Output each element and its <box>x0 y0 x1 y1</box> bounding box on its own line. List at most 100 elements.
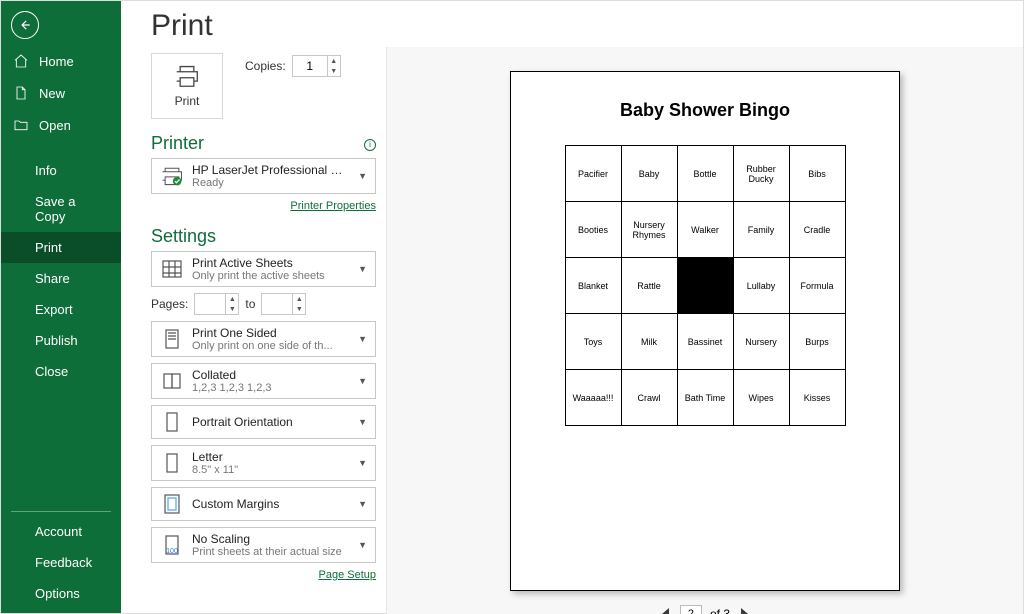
print-button[interactable]: Print <box>151 53 223 119</box>
print-what-selector[interactable]: Print Active Sheets Only print the activ… <box>151 251 376 287</box>
chevron-down-icon: ▼ <box>354 376 371 386</box>
sidebar-item-label: Share <box>35 271 70 286</box>
sidebar-divider <box>1 141 121 155</box>
chevron-down-icon: ▼ <box>354 171 371 181</box>
scaling-icon: 100 <box>160 533 184 557</box>
bingo-cell: Bibs <box>789 146 845 202</box>
home-icon <box>13 53 29 69</box>
chevron-down-icon: ▼ <box>354 540 371 550</box>
copies-input[interactable] <box>293 56 327 76</box>
print-button-row: Print Copies: ▲ ▼ <box>151 53 376 119</box>
sidebar-item-feedback[interactable]: Feedback <box>11 547 111 578</box>
sidebar-item-label: Options <box>35 586 80 601</box>
combo-title: Print One Sided <box>192 326 346 340</box>
scaling-selector[interactable]: 100 No Scaling Print sheets at their act… <box>151 527 376 563</box>
bingo-row: Waaaaa!!! Crawl Bath Time Wipes Kisses <box>565 370 845 426</box>
pages-from-input[interactable] <box>195 294 225 314</box>
sidebar-item-export[interactable]: Export <box>1 294 121 325</box>
sidebar-item-label: Open <box>39 118 71 133</box>
sidebar-item-publish[interactable]: Publish <box>1 325 121 356</box>
sidebar-item-options[interactable]: Options <box>11 578 111 609</box>
back-button[interactable] <box>11 11 39 39</box>
bingo-cell: Nursery <box>733 314 789 370</box>
combo-sub: Only print the active sheets <box>192 270 346 282</box>
down-icon[interactable]: ▼ <box>293 304 305 314</box>
bingo-cell: Lullaby <box>733 258 789 314</box>
preview-page: Baby Shower Bingo Pacifier Baby Bottle R… <box>510 71 900 591</box>
current-page-input[interactable] <box>680 605 702 614</box>
sidebar-item-home[interactable]: Home <box>1 45 121 77</box>
sidebar-item-label: Print <box>35 240 62 255</box>
main-row: Print Copies: ▲ ▼ Print <box>121 47 1023 614</box>
bingo-cell: Rubber Ducky <box>733 146 789 202</box>
open-folder-icon <box>13 117 29 133</box>
pager-total: of 3 <box>710 607 730 614</box>
portrait-icon <box>160 410 184 434</box>
up-icon[interactable]: ▲ <box>293 294 305 304</box>
print-preview-panel: Baby Shower Bingo Pacifier Baby Bottle R… <box>386 47 1023 614</box>
collation-selector[interactable]: Collated 1,2,3 1,2,3 1,2,3 ▼ <box>151 363 376 399</box>
pages-row: Pages: ▲▼ to ▲▼ <box>151 293 376 315</box>
down-icon[interactable]: ▼ <box>226 304 238 314</box>
bingo-row: Pacifier Baby Bottle Rubber Ducky Bibs <box>565 146 845 202</box>
sidebar-item-label: Save a Copy <box>35 194 109 224</box>
bingo-cell: Burps <box>789 314 845 370</box>
printer-info-icon[interactable]: i <box>364 139 376 151</box>
up-icon[interactable]: ▲ <box>226 294 238 304</box>
document-title: Baby Shower Bingo <box>620 100 790 121</box>
page-title: Print <box>151 9 993 43</box>
copies-spinner-arrows: ▲ ▼ <box>327 56 340 76</box>
sidebar-item-close[interactable]: Close <box>1 356 121 387</box>
copies-up-icon[interactable]: ▲ <box>328 56 340 66</box>
paper-size-selector[interactable]: Letter 8.5" x 11" ▼ <box>151 445 376 481</box>
next-page-button[interactable] <box>738 607 750 614</box>
title-area: Print <box>121 1 1023 47</box>
combo-title: No Scaling <box>192 532 346 546</box>
combo-sub: Print sheets at their actual size <box>192 546 346 558</box>
one-sided-icon <box>160 327 184 351</box>
bingo-cell: Kisses <box>789 370 845 426</box>
content-area: Print Print Copies: ▲ <box>121 1 1023 613</box>
bingo-cell: Wipes <box>733 370 789 426</box>
sidebar-item-label: Export <box>35 302 73 317</box>
sidebar-item-info[interactable]: Info <box>1 155 121 186</box>
bingo-row: Toys Milk Bassinet Nursery Burps <box>565 314 845 370</box>
sidebar-item-share[interactable]: Share <box>1 263 121 294</box>
sides-selector[interactable]: Print One Sided Only print on one side o… <box>151 321 376 357</box>
bingo-cell: Blanket <box>565 258 621 314</box>
copies-down-icon[interactable]: ▼ <box>328 66 340 76</box>
printer-section-title-text: Printer <box>151 133 204 154</box>
combo-title: Collated <box>192 368 346 382</box>
sidebar-item-open[interactable]: Open <box>1 109 121 141</box>
pages-label: Pages: <box>151 297 188 311</box>
sidebar-item-label: Publish <box>35 333 78 348</box>
page-setup-link[interactable]: Page Setup <box>151 569 376 581</box>
pages-from-spinner[interactable]: ▲▼ <box>194 293 239 315</box>
sidebar-item-save-copy[interactable]: Save a Copy <box>1 186 121 232</box>
printer-section-title: Printer i <box>151 133 376 154</box>
bingo-cell: Bath Time <box>677 370 733 426</box>
combo-title: Custom Margins <box>192 497 346 511</box>
sidebar-item-account[interactable]: Account <box>11 516 111 547</box>
orientation-selector[interactable]: Portrait Orientation ▼ <box>151 405 376 439</box>
combo-sub: 8.5" x 11" <box>192 464 346 476</box>
bingo-cell: Baby <box>621 146 677 202</box>
sidebar-item-print[interactable]: Print <box>1 232 121 263</box>
margins-selector[interactable]: Custom Margins ▼ <box>151 487 376 521</box>
sidebar-item-new[interactable]: New <box>1 77 121 109</box>
printer-selector[interactable]: HP LaserJet Professional P 1... Ready ▼ <box>151 158 376 194</box>
copies-spinner[interactable]: ▲ ▼ <box>292 55 341 77</box>
printer-icon <box>173 64 201 88</box>
bingo-cell: Milk <box>621 314 677 370</box>
bingo-cell: Toys <box>565 314 621 370</box>
printer-combo-text: HP LaserJet Professional P 1... Ready <box>192 163 346 189</box>
combo-title: Letter <box>192 450 346 464</box>
pages-to-input[interactable] <box>262 294 292 314</box>
bingo-cell: Booties <box>565 202 621 258</box>
pages-to-spinner[interactable]: ▲▼ <box>261 293 306 315</box>
printer-properties-link[interactable]: Printer Properties <box>151 200 376 212</box>
sidebar-item-label: Home <box>39 54 74 69</box>
prev-page-button[interactable] <box>660 607 672 614</box>
bingo-cell: Rattle <box>621 258 677 314</box>
combo-title: Portrait Orientation <box>192 415 346 429</box>
